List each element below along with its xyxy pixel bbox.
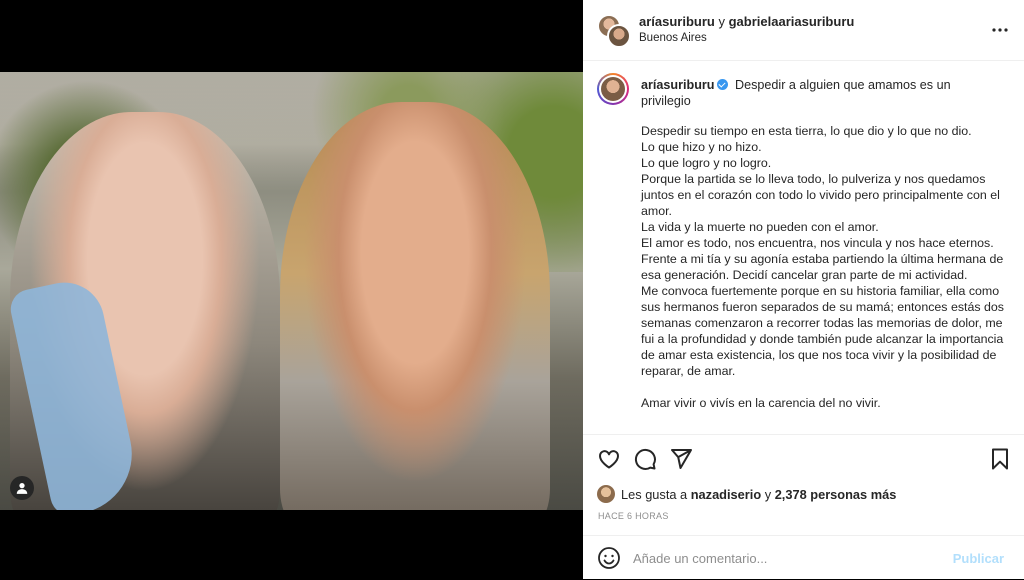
collab-avatars[interactable] [597, 14, 631, 48]
comment-bar: Publicar [583, 535, 1024, 580]
more-icon[interactable] [990, 20, 1010, 40]
post-location[interactable]: Buenos Aires [639, 30, 854, 46]
publish-button[interactable]: Publicar [953, 551, 1004, 566]
photo-person-right [280, 102, 550, 510]
post-timestamp[interactable]: HACE 6 HORAS [598, 511, 669, 521]
verified-badge-icon [717, 79, 729, 90]
coauthor-username[interactable]: gabrielaariasuriburu [729, 14, 855, 29]
post-media [0, 0, 583, 579]
likes-prefix: Les gusta a [621, 486, 688, 502]
post-header: aríasuriburu y gabrielaariasuriburu Buen… [583, 0, 1024, 61]
liker-username[interactable]: nazadiserio [691, 487, 761, 502]
post-side-panel: aríasuriburu y gabrielaariasuriburu Buen… [583, 0, 1024, 579]
caption-avatar[interactable] [597, 73, 629, 105]
likes-summary[interactable]: Les gusta a nazadiserio y 2,378 personas… [597, 484, 896, 504]
post-authors: aríasuriburu y gabrielaariasuriburu [639, 14, 854, 30]
user-tag-icon[interactable] [10, 476, 34, 500]
caption-header: aríasuriburu Despedir a alguien que amam… [641, 77, 1001, 109]
author-username[interactable]: aríasuriburu [639, 14, 715, 29]
liker-avatar [597, 485, 615, 503]
caption-username[interactable]: aríasuriburu [641, 78, 714, 92]
post-photo[interactable] [0, 72, 583, 510]
post-caption: aríasuriburu Despedir a alguien que amam… [583, 61, 1024, 434]
likes-conjunction: y [764, 486, 772, 502]
comment-icon[interactable] [633, 447, 657, 471]
heart-icon[interactable] [597, 447, 621, 471]
post-actions [583, 434, 1024, 483]
bookmark-icon[interactable] [988, 447, 1012, 471]
comment-input[interactable] [631, 549, 935, 567]
caption-body: Despedir su tiempo en esta tierra, lo qu… [641, 124, 1004, 410]
share-icon[interactable] [669, 447, 693, 471]
author-conjunction: y [718, 14, 725, 29]
emoji-icon[interactable] [597, 546, 621, 570]
instagram-post-view: aríasuriburu y gabrielaariasuriburu Buen… [0, 0, 1024, 579]
likes-count[interactable]: 2,378 personas más [775, 487, 897, 502]
avatar [607, 24, 631, 48]
